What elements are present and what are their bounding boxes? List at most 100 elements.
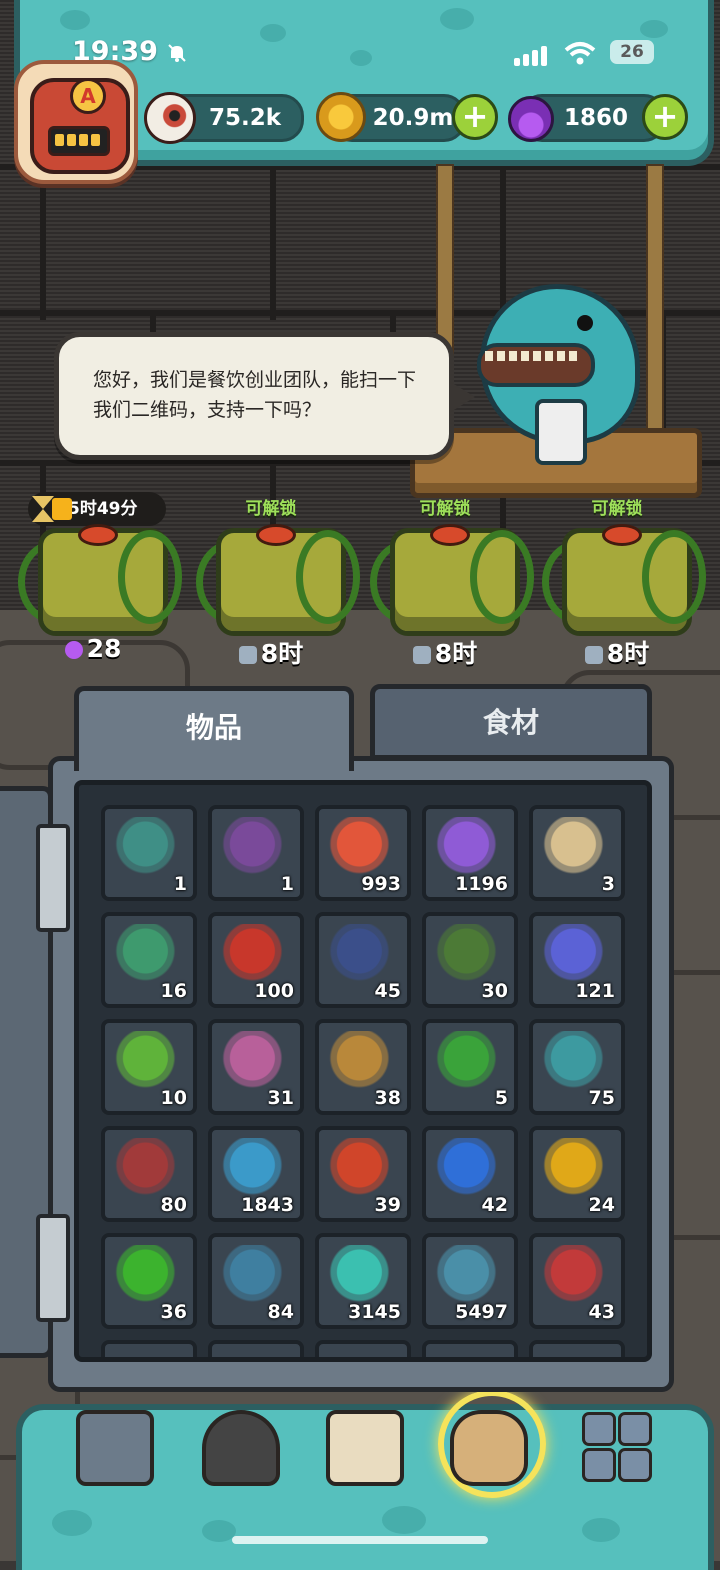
soot-lasso-icon — [434, 1245, 506, 1305]
fire-monster-icon — [202, 1410, 280, 1486]
inventory-slot[interactable] — [422, 1340, 518, 1357]
inventory-grid: 1 1 993 1196 3 16 100 45 30 121 10 31 38 5 75 80 1843 39 4… — [74, 780, 652, 1362]
chest-count: 28 — [18, 634, 168, 663]
wifi-icon — [564, 42, 596, 65]
tab-items[interactable]: 物品 — [74, 686, 354, 771]
green-gem-icon — [113, 1245, 185, 1305]
leaf — [602, 524, 642, 546]
stained-card-icon — [327, 1031, 399, 1091]
vine — [642, 530, 706, 624]
lock-icon — [238, 646, 257, 664]
nav-menu[interactable] — [574, 1404, 656, 1484]
oil-barrel-icon — [220, 924, 292, 984]
chest-unlock-time: 8时 — [196, 634, 346, 670]
lock-icon — [584, 646, 603, 664]
signal-icon — [514, 44, 554, 66]
add-potion-button[interactable]: + — [642, 94, 688, 140]
red-gem-icon — [327, 1138, 399, 1198]
inventory-slot[interactable]: 5 — [422, 1019, 518, 1115]
book-icon — [326, 1410, 404, 1486]
anglerfish-npc[interactable] — [477, 284, 640, 465]
inventory-slot[interactable] — [529, 1340, 625, 1357]
inventory-slot[interactable]: 3 — [529, 805, 625, 901]
meat-bone-icon — [327, 817, 399, 877]
inventory-slot[interactable]: 43 — [529, 1233, 625, 1329]
brick-row — [0, 164, 720, 320]
chest-count-value: 28 — [86, 634, 122, 663]
chest-time-value: 8时 — [260, 639, 304, 668]
cauldron-card-icon — [434, 924, 506, 984]
inventory-slot[interactable] — [208, 1340, 304, 1357]
item-quantity: 993 — [361, 873, 401, 895]
inventory-slot[interactable]: 30 — [422, 912, 518, 1008]
inventory-slot[interactable]: 10 — [101, 1019, 197, 1115]
chest-slot-1[interactable]: 28 — [18, 510, 182, 663]
npc-eye — [577, 315, 593, 331]
leaf — [78, 524, 118, 546]
inventory-slot[interactable]: 5497 — [422, 1233, 518, 1329]
inventory-slot[interactable]: 45 — [315, 912, 411, 1008]
inventory-slot[interactable]: 84 — [208, 1233, 304, 1329]
item-quantity: 1 — [280, 873, 294, 895]
coin-value: 20.9m — [372, 105, 454, 131]
inventory-slot[interactable]: 1843 — [208, 1126, 304, 1222]
inventory-slot[interactable]: 38 — [315, 1019, 411, 1115]
chest-unlock-time: 8时 — [542, 634, 692, 670]
inventory-slot[interactable]: 1 — [208, 805, 304, 901]
inventory-slot[interactable]: 993 — [315, 805, 411, 901]
item-quantity: 30 — [481, 980, 508, 1002]
door-hinge — [36, 824, 70, 932]
nav-book[interactable] — [320, 1404, 404, 1486]
inventory-slot[interactable]: 24 — [529, 1126, 625, 1222]
avatar-monster-icon: A — [30, 78, 130, 174]
nav-bag[interactable] — [444, 1404, 528, 1486]
inventory-slot[interactable]: 1 — [101, 805, 197, 901]
inventory-slot[interactable]: 121 — [529, 912, 625, 1008]
inventory-slot[interactable]: 31 — [208, 1019, 304, 1115]
sock-icon — [113, 1138, 185, 1198]
ghost-cloud-icon — [327, 1245, 399, 1305]
nav-shop[interactable] — [70, 1404, 154, 1486]
inventory-slot[interactable]: 3145 — [315, 1233, 411, 1329]
item-quantity: 5 — [494, 1087, 508, 1109]
player-avatar[interactable]: A — [14, 60, 138, 184]
inventory-slot[interactable]: 80 — [101, 1126, 197, 1222]
shop-icon — [76, 1410, 154, 1486]
vine — [470, 530, 534, 624]
speech-bubble: 您好，我们是餐饮创业团队，能扫一下我们二维码，支持一下吗？ — [54, 332, 475, 460]
home-indicator[interactable] — [232, 1536, 488, 1544]
item-quantity: 16 — [160, 980, 187, 1002]
item-quantity: 5497 — [455, 1301, 508, 1323]
inventory-slot[interactable]: 1196 — [422, 805, 518, 901]
coin-icon — [316, 92, 366, 142]
inventory-slot[interactable]: 42 — [422, 1126, 518, 1222]
grid-menu-icon — [580, 1410, 652, 1482]
npc-teeth — [485, 351, 581, 361]
blue-creature-icon — [220, 1138, 292, 1198]
item-quantity: 39 — [374, 1194, 401, 1216]
inventory-slot[interactable]: 39 — [315, 1126, 411, 1222]
inventory-slot[interactable]: 75 — [529, 1019, 625, 1115]
chest-slot-3[interactable]: 可解锁 8时 — [370, 499, 534, 668]
chest-slot-2[interactable]: 可解锁 8时 — [196, 499, 360, 668]
inventory-slot[interactable]: 36 — [101, 1233, 197, 1329]
inventory-slot[interactable]: 16 — [101, 912, 197, 1008]
monster-chest-icon — [220, 817, 292, 877]
soot-machine-icon — [220, 1245, 292, 1305]
inventory-slot[interactable] — [315, 1340, 411, 1357]
item-quantity: 121 — [575, 980, 615, 1002]
add-coin-button[interactable]: + — [452, 94, 498, 140]
swing-rope — [646, 164, 664, 434]
yellow-gem-icon — [541, 1138, 613, 1198]
nav-monster[interactable] — [196, 1404, 280, 1486]
inventory-slot[interactable] — [101, 1340, 197, 1357]
item-quantity: 1 — [173, 873, 187, 895]
tab-ingredients[interactable]: 食材 — [370, 684, 652, 760]
item-quantity: 45 — [374, 980, 401, 1002]
inventory-slot[interactable]: 100 — [208, 912, 304, 1008]
item-quantity: 84 — [267, 1301, 294, 1323]
item-quantity: 75 — [588, 1087, 615, 1109]
npc-jaw — [477, 343, 595, 387]
chest-slot-4[interactable]: 可解锁 8时 — [542, 499, 706, 668]
item-quantity: 43 — [588, 1301, 615, 1323]
